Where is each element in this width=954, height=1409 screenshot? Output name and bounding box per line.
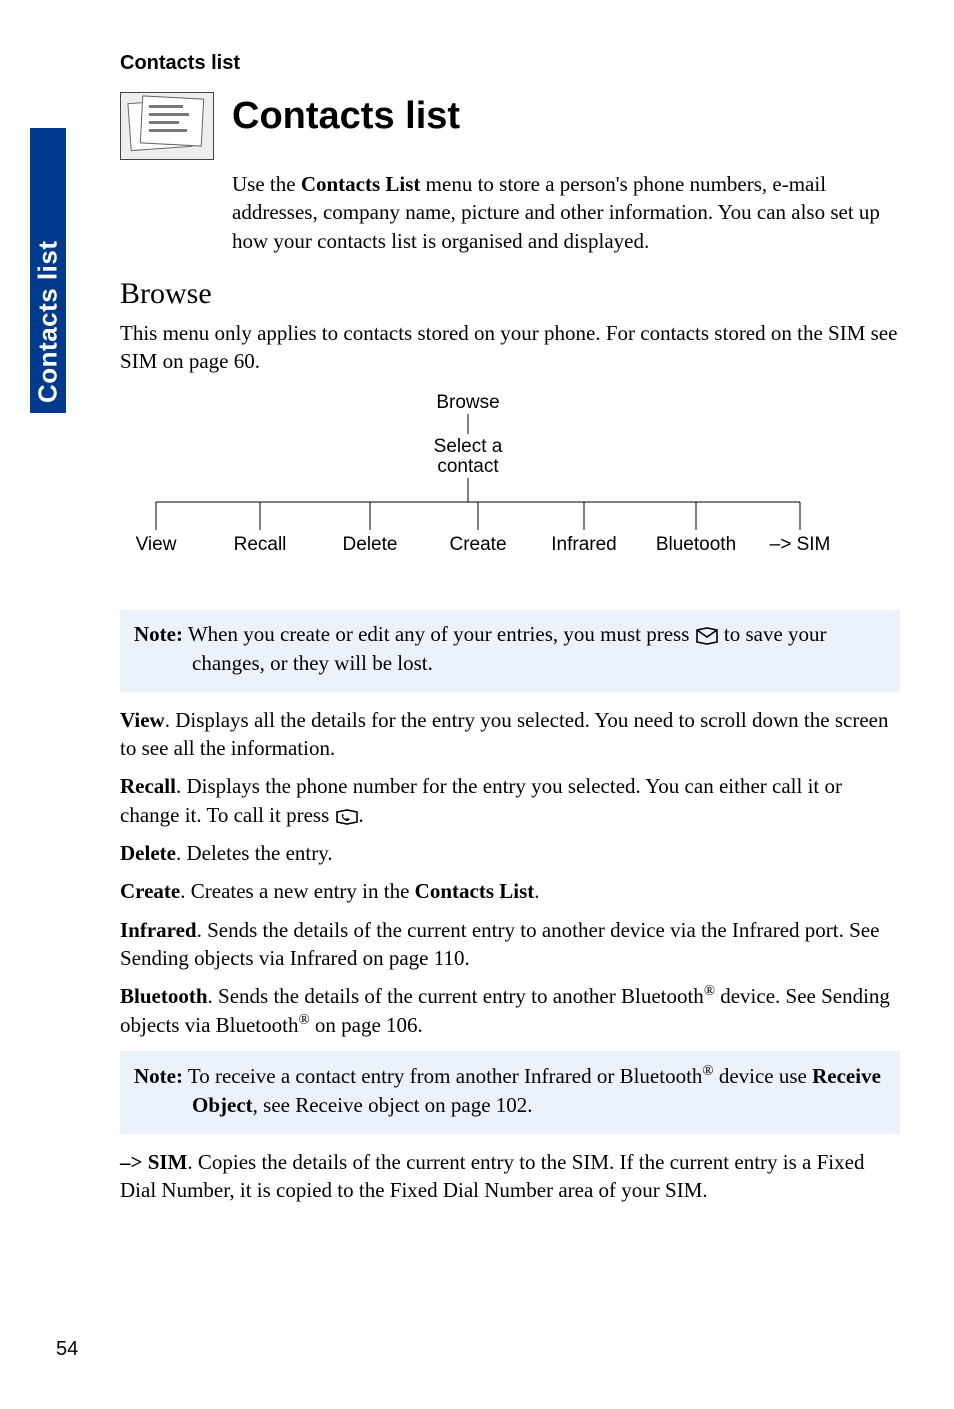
manual-page: Contacts list Contacts list Contacts lis… xyxy=(0,0,954,1409)
para-delete: Delete. Deletes the entry. xyxy=(120,839,900,867)
create-text-a: . Creates a new entry in the xyxy=(180,879,414,903)
page-number: 54 xyxy=(56,1338,78,1361)
intro-paragraph: Use the Contacts List menu to store a pe… xyxy=(120,170,900,255)
infrared-text: . Sends the details of the current entry… xyxy=(120,918,879,970)
para-recall: Recall. Displays the phone number for th… xyxy=(120,772,900,829)
para-bluetooth: Bluetooth. Sends the details of the curr… xyxy=(120,982,900,1039)
bluetooth-text-a: . Sends the details of the current entry… xyxy=(208,984,704,1008)
envelope-key-icon xyxy=(695,627,719,645)
create-bold: Contacts List xyxy=(415,879,535,903)
para-infrared: Infrared. Sends the details of the curre… xyxy=(120,916,900,973)
diagram-mid-line1: Select a xyxy=(434,436,503,457)
note-label: Note: xyxy=(134,622,183,646)
chapter-icon xyxy=(120,92,214,160)
page-title: Contacts list xyxy=(232,96,460,138)
para-sim: –> SIM. Copies the details of the curren… xyxy=(120,1148,900,1205)
note2-text-c: , see Receive object on page 102. xyxy=(253,1093,533,1117)
intro-text-1: Use the xyxy=(232,172,301,196)
view-text: . Displays all the details for the entry… xyxy=(120,708,888,760)
running-head: Contacts list xyxy=(120,52,240,75)
note-box-save: Note: When you create or edit any of you… xyxy=(120,610,900,692)
para-view: View. Displays all the details for the e… xyxy=(120,706,900,763)
diagram-root: Browse xyxy=(436,392,499,413)
bluetooth-text-c: on page 106. xyxy=(310,1013,423,1037)
diagram-leaf-infrared: Infrared xyxy=(551,534,616,555)
diagram-leaf-create: Create xyxy=(449,534,506,555)
registered-mark-2: ® xyxy=(298,1012,309,1028)
diagram-leaf-view: View xyxy=(136,534,177,555)
diagram-mid-line2: contact xyxy=(437,456,499,477)
recall-text-a: . Displays the phone number for the entr… xyxy=(120,774,842,826)
delete-text: . Deletes the entry. xyxy=(176,841,333,865)
registered-mark-3: ® xyxy=(702,1063,713,1079)
infrared-label: Infrared xyxy=(120,918,197,942)
call-key-icon xyxy=(335,808,359,826)
delete-label: Delete xyxy=(120,841,176,865)
create-text-b: . xyxy=(534,879,539,903)
note1-text-a: When you create or edit any of your entr… xyxy=(183,622,695,646)
diagram-leaf-recall: Recall xyxy=(234,534,287,555)
recall-text-b: . xyxy=(359,803,364,827)
create-label: Create xyxy=(120,879,180,903)
sim-label: –> SIM xyxy=(120,1150,187,1174)
recall-label: Recall xyxy=(120,774,176,798)
para-create: Create. Creates a new entry in the Conta… xyxy=(120,877,900,905)
intro-bold-contacts-list: Contacts List xyxy=(301,172,421,196)
registered-mark-1: ® xyxy=(704,983,715,999)
view-label: View xyxy=(120,708,165,732)
diagram-leaf-delete: Delete xyxy=(343,534,398,555)
note2-label: Note: xyxy=(134,1064,183,1088)
content-area: Contacts list Use the Contacts List menu… xyxy=(120,92,900,1215)
sidebar: Contacts list xyxy=(0,0,74,1280)
note2-text-b: device use xyxy=(714,1064,813,1088)
bluetooth-label: Bluetooth xyxy=(120,984,208,1008)
section-heading-browse: Browse xyxy=(120,277,900,311)
browse-tree-diagram: .t { font-family: Arial, Helvetica, sans… xyxy=(120,390,900,580)
note2-text-a: To receive a contact entry from another … xyxy=(183,1064,702,1088)
browse-intro: This menu only applies to contacts store… xyxy=(120,319,900,376)
sim-text: . Copies the details of the current entr… xyxy=(120,1150,864,1202)
note-box-receive: Note: To receive a contact entry from an… xyxy=(120,1051,900,1134)
diagram-leaf-bluetooth: Bluetooth xyxy=(656,534,736,555)
diagram-leaf-sim: –> SIM xyxy=(770,534,831,555)
sidebar-label: Contacts list xyxy=(30,138,66,403)
